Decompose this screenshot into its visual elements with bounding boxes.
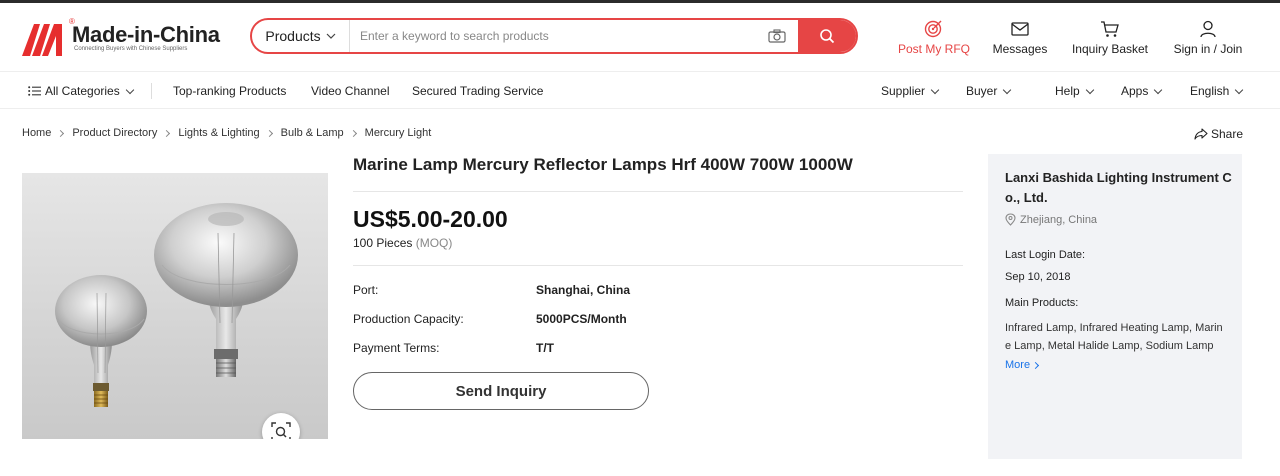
chevron-down-icon	[1003, 85, 1012, 94]
main-products-label: Main Products:	[1005, 297, 1079, 309]
title-divider	[353, 191, 963, 192]
nav-supplier[interactable]: Supplier	[881, 84, 940, 98]
envelope-icon	[1011, 22, 1029, 36]
search-icon	[820, 29, 835, 44]
attr-capacity-value: 5000PCS/Month	[536, 312, 627, 326]
moq-label: (MOQ)	[415, 236, 453, 250]
breadcrumb-item[interactable]: Product Directory	[72, 127, 157, 139]
nav-language[interactable]: English	[1190, 84, 1244, 98]
search-category-label: Products	[265, 28, 321, 44]
share-icon	[1194, 128, 1208, 140]
search-input[interactable]	[350, 20, 756, 52]
last-login-label: Last Login Date:	[1005, 249, 1086, 261]
chevron-right-icon	[163, 129, 171, 137]
messages-link[interactable]: Messages	[988, 19, 1052, 59]
nav-secured-trading-label: Secured Trading Service	[412, 84, 544, 98]
sign-in-label: Sign in / Join	[1173, 42, 1243, 56]
nav-apps[interactable]: Apps	[1121, 84, 1163, 98]
breadcrumb: Home Product Directory Lights & Lighting…	[22, 127, 431, 139]
more-label: More	[1005, 359, 1031, 371]
price-divider	[353, 265, 963, 266]
moq-text: 100 Pieces (MOQ)	[353, 236, 452, 250]
user-icon	[1200, 20, 1216, 38]
nav-all-categories[interactable]: All Categories	[28, 84, 134, 98]
supplier-panel: Lanxi Bashida Lighting Instrument Co., L…	[988, 154, 1242, 459]
chevron-down-icon	[930, 85, 940, 94]
attr-payment-value: T/T	[536, 341, 554, 355]
nav-video-channel[interactable]: Video Channel	[311, 84, 390, 98]
chevron-right-icon	[265, 129, 273, 137]
last-login-value: Sep 10, 2018	[1005, 271, 1071, 283]
site-logo[interactable]: ® Made-in-China Connecting Buyers with C…	[22, 17, 222, 59]
moq-quantity: 100 Pieces	[353, 236, 413, 250]
zoom-search-icon	[271, 422, 291, 439]
nav-top-ranking[interactable]: Top-ranking Products	[173, 84, 286, 98]
breadcrumb-item[interactable]: Bulb & Lamp	[281, 127, 344, 139]
chevron-down-icon	[125, 85, 134, 94]
attr-payment-label: Payment Terms:	[353, 341, 440, 355]
post-rfq-link[interactable]: Post My RFQ	[896, 19, 972, 59]
rfq-target-icon	[924, 20, 942, 38]
sign-in-link[interactable]: Sign in / Join	[1168, 19, 1248, 59]
nav-language-label: English	[1190, 84, 1230, 98]
chevron-down-icon	[326, 33, 336, 39]
product-price: US$5.00-20.00	[353, 206, 508, 232]
nav-help-label: Help	[1055, 84, 1080, 98]
main-nav: All Categories Top-ranking Products Vide…	[0, 71, 1280, 109]
more-link[interactable]: More	[1005, 359, 1040, 371]
inquiry-basket-label: Inquiry Basket	[1071, 42, 1149, 56]
nav-all-categories-label: All Categories	[45, 84, 120, 98]
nav-video-channel-label: Video Channel	[311, 84, 390, 98]
product-image[interactable]	[22, 173, 328, 439]
product-image-gallery	[22, 153, 328, 459]
location-pin-icon	[1005, 213, 1016, 226]
nav-buyer-label: Buyer	[966, 84, 998, 98]
breadcrumb-item[interactable]: Home	[22, 127, 51, 139]
chevron-right-icon	[1032, 361, 1040, 369]
supplier-name[interactable]: Lanxi Bashida Lighting Instrument Co., L…	[1005, 168, 1233, 208]
nav-help[interactable]: Help	[1055, 84, 1094, 98]
site-header: ® Made-in-China Connecting Buyers with C…	[0, 3, 1280, 71]
logo-text: Made-in-China	[72, 22, 220, 47]
chevron-down-icon	[1085, 85, 1094, 94]
chevron-right-icon	[349, 129, 357, 137]
chevron-right-icon	[57, 129, 65, 137]
search-category-select[interactable]: Products	[252, 20, 350, 52]
nav-top-ranking-label: Top-ranking Products	[173, 84, 287, 98]
nav-supplier-label: Supplier	[881, 84, 926, 98]
camera-icon	[768, 29, 786, 43]
messages-label: Messages	[992, 42, 1048, 56]
inquiry-basket-link[interactable]: Inquiry Basket	[1068, 19, 1152, 59]
chevron-down-icon	[1235, 85, 1244, 94]
breadcrumb-item[interactable]: Lights & Lighting	[178, 127, 259, 139]
list-icon	[28, 86, 41, 96]
supplier-location-text: Zhejiang, China	[1020, 213, 1098, 226]
nav-secured-trading[interactable]: Secured Trading Service	[412, 84, 543, 98]
nav-buyer[interactable]: Buyer	[966, 84, 1012, 98]
share-button[interactable]: Share	[1194, 127, 1243, 141]
supplier-location: Zhejiang, China	[1005, 213, 1097, 226]
attr-port-value: Shanghai, China	[536, 283, 631, 297]
attr-port-label: Port:	[353, 283, 379, 297]
breadcrumb-item[interactable]: Mercury Light	[365, 127, 432, 139]
search-button[interactable]	[798, 20, 856, 52]
cart-icon	[1101, 21, 1119, 37]
send-inquiry-button[interactable]: Send Inquiry	[353, 372, 649, 410]
nav-apps-label: Apps	[1121, 84, 1149, 98]
product-title: Marine Lamp Mercury Reflector Lamps Hrf …	[353, 155, 853, 174]
chevron-down-icon	[1154, 85, 1163, 94]
nav-divider	[151, 83, 152, 99]
share-label: Share	[1211, 127, 1244, 141]
logo-mark-icon	[22, 24, 62, 56]
post-rfq-label: Post My RFQ	[897, 42, 970, 56]
image-search-button[interactable]	[756, 20, 798, 52]
search-bar: Products	[250, 18, 858, 54]
mercury-lamps-photo	[55, 203, 298, 407]
main-products-value: Infrared Lamp, Infrared Heating Lamp, Ma…	[1005, 322, 1223, 352]
attr-capacity-label: Production Capacity:	[353, 312, 464, 326]
logo-tagline: Connecting Buyers with Chinese Suppliers	[74, 46, 188, 52]
